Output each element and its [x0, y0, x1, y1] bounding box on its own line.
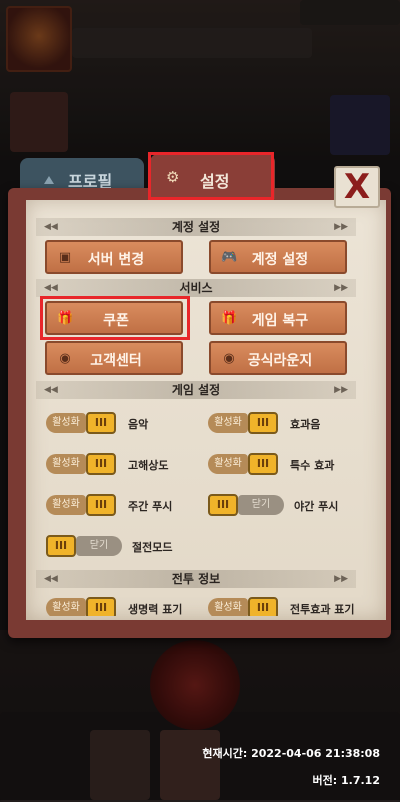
toggle-knob: III	[86, 494, 116, 516]
game-restore-label: 게임 복구	[251, 313, 309, 329]
toggle-knob: III	[86, 597, 116, 616]
section-battle: ◀◀ 전투 정보 ▶▶	[36, 570, 356, 588]
toggle-state-label: 닫기	[238, 495, 284, 515]
sfx-toggle[interactable]: 활성화 III	[208, 412, 282, 435]
section-ornament-right: ▶▶	[334, 222, 348, 232]
hires-toggle[interactable]: 활성화 III	[46, 453, 120, 476]
sfx-label: 효과음	[290, 418, 321, 431]
version-label: 버전: 1.7.12	[312, 774, 380, 787]
section-game: ◀◀ 게임 설정 ▶▶	[36, 381, 356, 399]
hires-label: 고해상도	[128, 459, 169, 472]
section-ornament-right: ▶▶	[334, 283, 348, 293]
power-save-label: 절전모드	[132, 541, 173, 554]
section-service: ◀◀ 서비스 ▶▶	[36, 279, 356, 297]
night-push-label: 야간 푸시	[294, 500, 339, 513]
section-account: ◀◀ 계정 설정 ▶▶	[36, 218, 356, 236]
section-account-title: 계정 설정	[171, 220, 221, 234]
section-service-title: 서비스	[179, 281, 213, 295]
toggle-knob: III	[248, 412, 278, 434]
account-settings-label: 계정 설정	[251, 252, 309, 268]
toggle-state-label: 활성화	[46, 598, 86, 616]
toggle-knob: III	[248, 453, 278, 475]
highlight-coupon-button	[40, 296, 190, 340]
server-change-label: 서버 변경	[87, 252, 145, 268]
toggle-knob: III	[208, 494, 238, 516]
customer-center-button[interactable]: ◉ 고객센터	[45, 341, 183, 375]
power-save-toggle[interactable]: III 닫기	[46, 535, 124, 558]
hp-display-toggle[interactable]: 활성화 III	[46, 597, 120, 616]
toggle-state-label: 활성화	[208, 598, 248, 616]
battle-fx-display-toggle[interactable]: 활성화 III	[208, 597, 282, 616]
hp-display-label: 생명력 표기	[128, 603, 183, 616]
toggle-knob: III	[86, 412, 116, 434]
official-lounge-button[interactable]: ◉ 공식라운지	[209, 341, 347, 375]
game-restore-button[interactable]: 🎁 게임 복구	[209, 301, 347, 335]
section-game-title: 게임 설정	[171, 383, 221, 397]
current-time: 현재시간: 2022-04-06 21:38:08	[202, 747, 380, 760]
official-lounge-label: 공식라운지	[247, 353, 313, 369]
battle-fx-display-label: 전투효과 표기	[290, 603, 355, 616]
section-ornament-left: ◀◀	[44, 385, 58, 395]
special-fx-toggle[interactable]: 활성화 III	[208, 453, 282, 476]
profile-tab-icon	[44, 176, 54, 184]
section-ornament-right: ▶▶	[334, 574, 348, 584]
highlight-settings-tab	[148, 152, 274, 200]
music-toggle[interactable]: 활성화 III	[46, 412, 120, 435]
music-label: 음악	[128, 418, 149, 431]
toggle-knob: III	[86, 453, 116, 475]
toggle-knob: III	[46, 535, 76, 557]
section-battle-title: 전투 정보	[171, 572, 221, 586]
toggle-state-label: 활성화	[46, 495, 86, 515]
customer-center-label: 고객센터	[90, 353, 142, 369]
settings-scroll-area[interactable]: ◀◀ 계정 설정 ▶▶ ▣ 서버 변경 🎮 계정 설정 ◀◀ 서비스 ▶▶ 🎁 …	[36, 210, 356, 616]
close-button[interactable]: X	[334, 166, 380, 208]
toggle-state-label: 닫기	[76, 536, 122, 556]
section-ornament-left: ◀◀	[44, 283, 58, 293]
night-push-toggle[interactable]: III 닫기	[208, 494, 286, 517]
day-push-label: 주간 푸시	[128, 500, 173, 513]
toggle-knob: III	[248, 597, 278, 616]
toggle-state-label: 활성화	[46, 413, 86, 433]
special-fx-label: 특수 효과	[290, 459, 335, 472]
day-push-toggle[interactable]: 활성화 III	[46, 494, 120, 517]
server-change-button[interactable]: ▣ 서버 변경	[45, 240, 183, 274]
section-ornament-left: ◀◀	[44, 222, 58, 232]
account-settings-button[interactable]: 🎮 계정 설정	[209, 240, 347, 274]
section-ornament-left: ◀◀	[44, 574, 58, 584]
toggle-state-label: 활성화	[208, 413, 248, 433]
section-ornament-right: ▶▶	[334, 385, 348, 395]
toggle-state-label: 활성화	[46, 454, 86, 474]
toggle-state-label: 활성화	[208, 454, 248, 474]
